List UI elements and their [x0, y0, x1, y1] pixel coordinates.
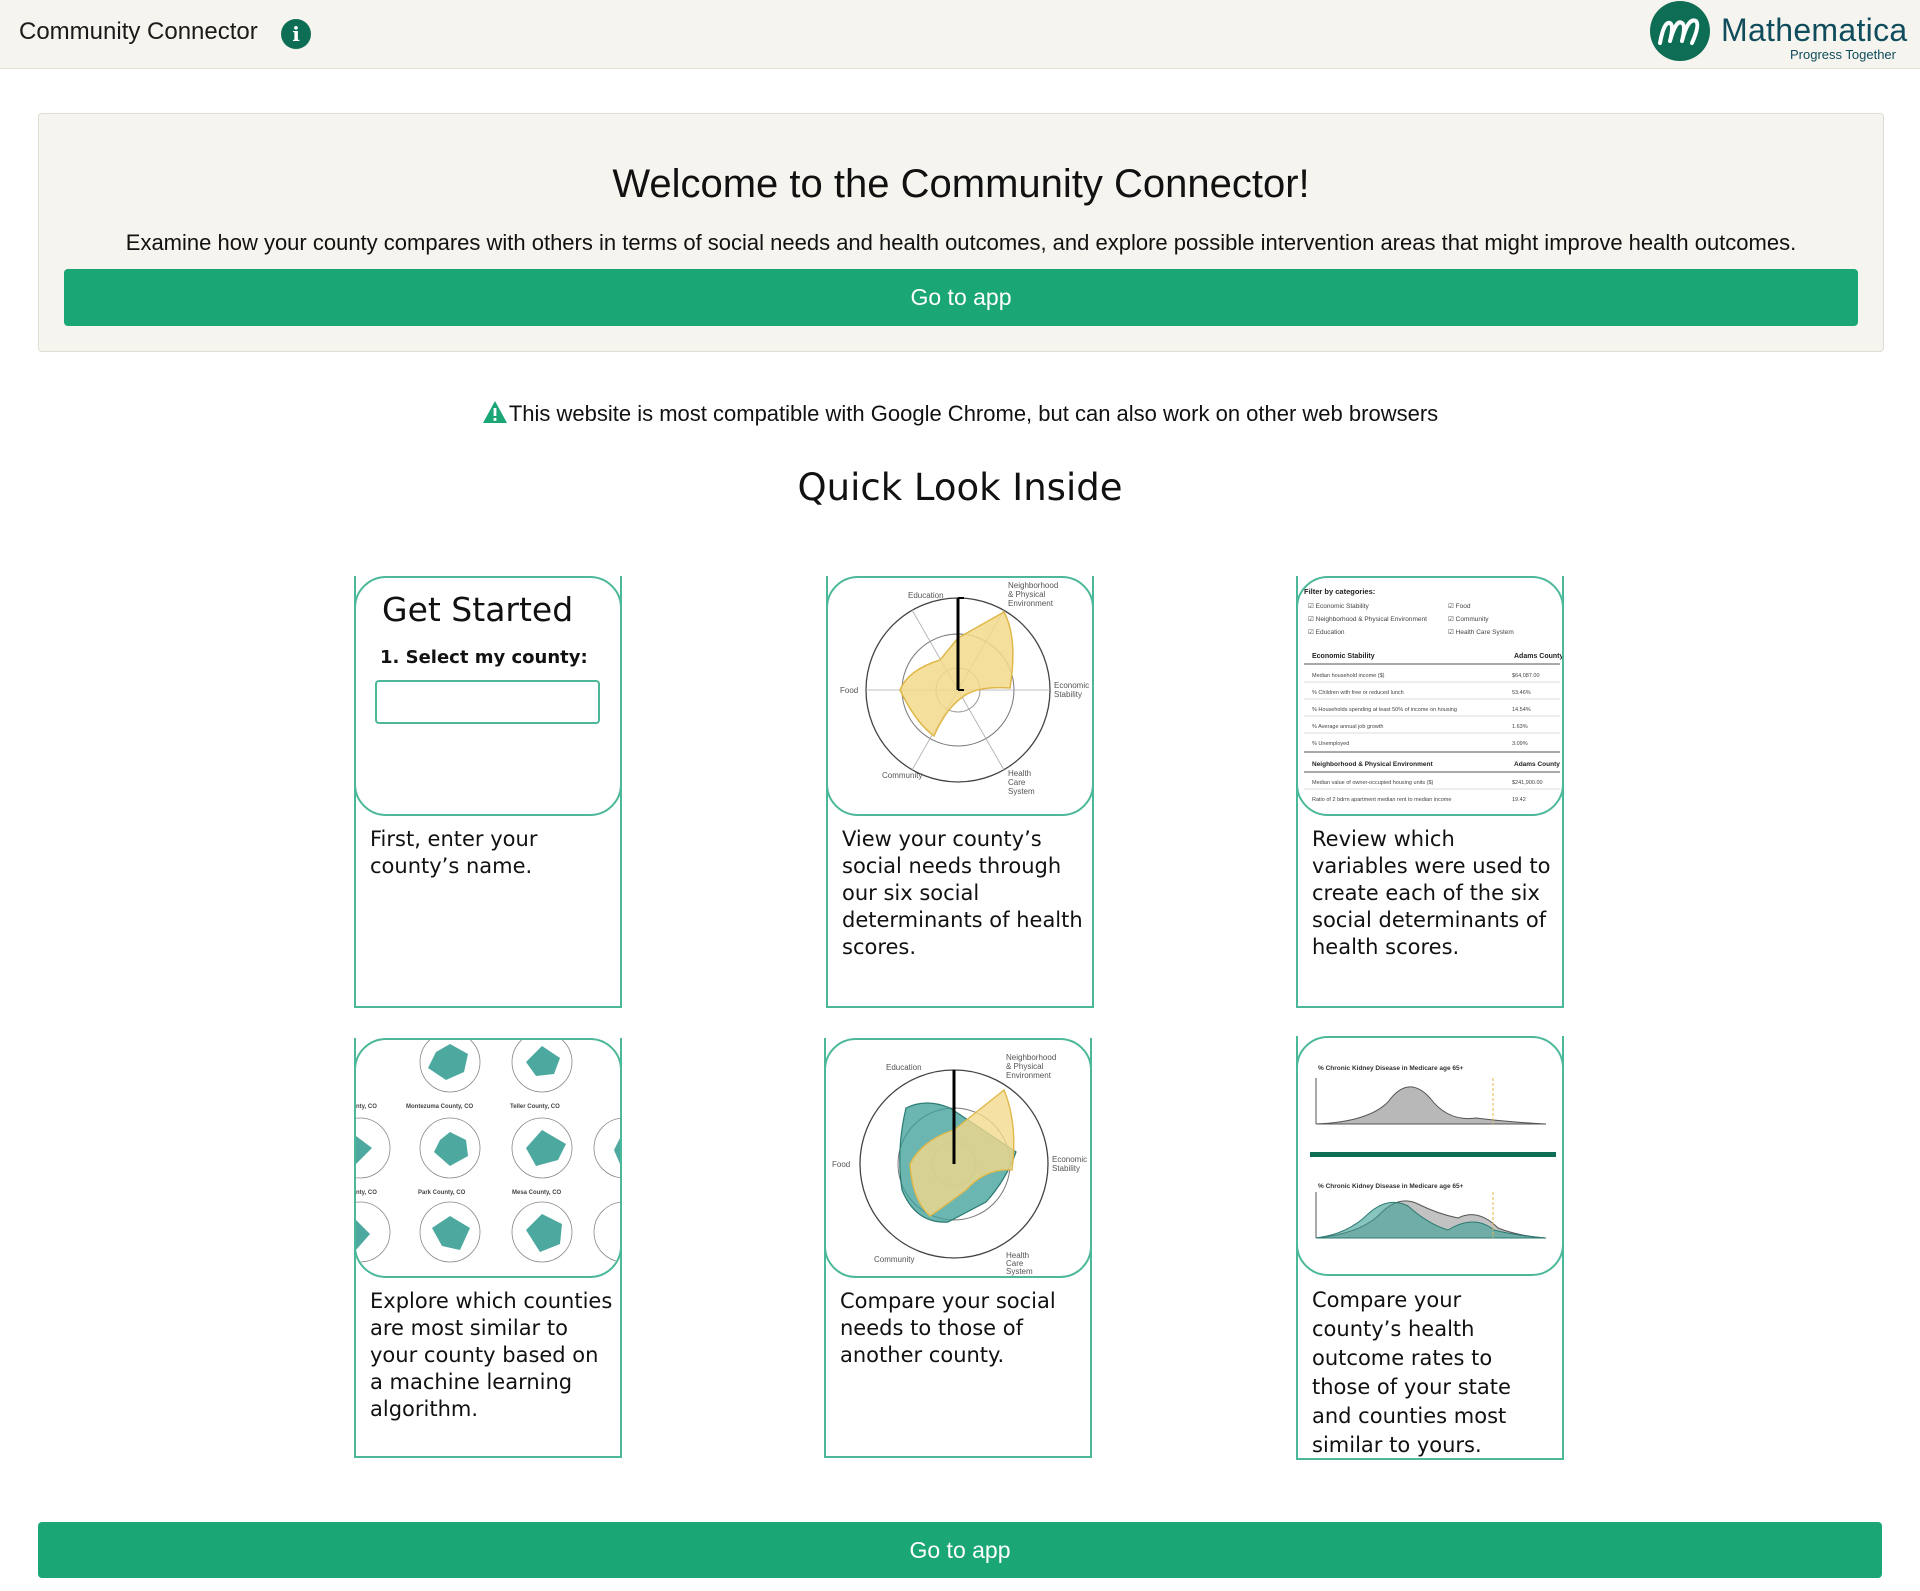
- radar-label: Care: [1008, 778, 1026, 787]
- density-plots-image: % Chronic Kidney Disease in Medicare age…: [1310, 1065, 1556, 1239]
- logo-mark-icon: [1650, 1, 1710, 61]
- svg-text:Teller County, CO: Teller County, CO: [510, 1104, 560, 1110]
- mathematica-logo[interactable]: Mathematica Progress Together: [1650, 0, 1910, 68]
- compat-text: This website is most compatible with Goo…: [508, 401, 1439, 426]
- svg-text:System: System: [1006, 1267, 1033, 1276]
- svg-text:% Children with free or reduce: % Children with free or reduced lunch: [1312, 690, 1404, 696]
- thumb-compare-radar: Education Neighborhood & Physical Enviro…: [824, 1038, 1092, 1278]
- svg-text:Mesa County, CO: Mesa County, CO: [512, 1190, 562, 1196]
- svg-text:1.63%: 1.63%: [1512, 724, 1528, 730]
- radar-label: Community: [882, 771, 922, 780]
- section-title: Quick Look Inside: [797, 466, 1123, 509]
- svg-text:Economic Stability: Economic Stability: [1312, 653, 1375, 660]
- card-view-scores: Education Neighborhood & Physical Enviro…: [826, 576, 1094, 1008]
- svg-text:nty, CO: nty, CO: [356, 1190, 377, 1196]
- svg-text:Environment: Environment: [1006, 1071, 1052, 1080]
- svg-text:nty, CO: nty, CO: [356, 1104, 377, 1110]
- radar-label: Economic: [1054, 681, 1089, 690]
- svg-text:% Chronic Kidney Disease in Me: % Chronic Kidney Disease in Medicare age…: [1318, 1183, 1464, 1190]
- card-caption: Compare your county’s health outcome rat…: [1312, 1288, 1511, 1457]
- svg-text:Neighborhood: Neighborhood: [1006, 1053, 1056, 1062]
- thumb-density-plots: % Chronic Kidney Disease in Medicare age…: [1296, 1036, 1564, 1276]
- variables-table-image: Filter by categories: ☑ Economic Stabili…: [1304, 587, 1562, 803]
- svg-text:Stability: Stability: [1052, 1164, 1080, 1173]
- radar-label: System: [1008, 787, 1035, 796]
- card-caption: View your county’s social needs through …: [842, 827, 1083, 959]
- svg-text:Community: Community: [874, 1255, 914, 1264]
- thumb-county-input: [375, 680, 600, 724]
- radar-label: Neighborhood: [1008, 581, 1058, 590]
- card-caption: Explore which counties are most similar …: [370, 1289, 613, 1421]
- radar-label: Education: [908, 591, 944, 600]
- svg-text:53.46%: 53.46%: [1512, 690, 1531, 696]
- thumb-similar-counties: Montezuma County, CO Teller County, CO P…: [354, 1038, 622, 1278]
- thumb-title: Get Started: [382, 590, 574, 629]
- compare-radar-image: Education Neighborhood & Physical Enviro…: [832, 1053, 1087, 1276]
- svg-text:Montezuma County, CO: Montezuma County, CO: [406, 1104, 474, 1110]
- svg-text:☑ Neighborhood & Physical Envi: ☑ Neighborhood & Physical Environment: [1308, 615, 1427, 623]
- svg-text:Park County, CO: Park County, CO: [418, 1190, 466, 1196]
- go-to-app-button-bottom[interactable]: Go to app: [38, 1522, 1882, 1578]
- info-icon[interactable]: i: [281, 19, 311, 49]
- radar-label: Environment: [1008, 599, 1054, 608]
- card-compare-counties: Education Neighborhood & Physical Enviro…: [824, 1038, 1092, 1458]
- radar-label: Health: [1008, 769, 1031, 778]
- svg-text:Filter by categories:: Filter by categories:: [1304, 587, 1375, 596]
- thumb-radar-chart: Education Neighborhood & Physical Enviro…: [826, 576, 1094, 816]
- welcome-panel: Welcome to the Community Connector! Exam…: [38, 113, 1884, 352]
- svg-text:$64,087.00: $64,087.00: [1512, 673, 1540, 679]
- svg-text:Economic: Economic: [1052, 1155, 1087, 1164]
- app-title: Community Connector: [19, 18, 258, 45]
- svg-text:Median household income ($): Median household income ($): [1312, 673, 1385, 679]
- svg-text:Neighborhood & Physical Enviro: Neighborhood & Physical Environment: [1312, 761, 1433, 768]
- svg-text:$241,900.00: $241,900.00: [1512, 780, 1543, 786]
- card-review-variables: Filter by categories: ☑ Economic Stabili…: [1296, 576, 1564, 1008]
- welcome-title: Welcome to the Community Connector!: [612, 162, 1310, 206]
- svg-text:☑ Community: ☑ Community: [1448, 615, 1489, 623]
- warning-triangle-icon: [482, 401, 507, 423]
- svg-text:% Unemployed: % Unemployed: [1312, 741, 1349, 747]
- svg-text:% Average annual job growth: % Average annual job growth: [1312, 724, 1383, 730]
- svg-text:14.54%: 14.54%: [1512, 707, 1531, 713]
- welcome-description: Examine how your county compares with ot…: [125, 230, 1797, 255]
- thumb-select-label: 1. Select my county:: [380, 647, 588, 668]
- card-get-started: Get Started 1. Select my county: First, …: [354, 576, 622, 1008]
- logo-tagline: Progress Together: [1790, 47, 1896, 62]
- radar-label: & Physical: [1008, 590, 1046, 599]
- logo-name: Mathematica: [1721, 12, 1908, 48]
- go-to-app-button[interactable]: Go to app: [64, 269, 1858, 326]
- thumb-get-started: Get Started 1. Select my county:: [354, 576, 622, 816]
- card-similar-counties: Montezuma County, CO Teller County, CO P…: [354, 1038, 622, 1458]
- similar-counties-image: Montezuma County, CO Teller County, CO P…: [356, 1040, 620, 1263]
- top-bar: Community Connector i Mathematica Progre…: [0, 0, 1920, 69]
- svg-text:Food: Food: [832, 1160, 850, 1169]
- svg-text:☑ Health Care System: ☑ Health Care System: [1448, 628, 1514, 636]
- svg-text:% Households spending at least: % Households spending at least 50% of in…: [1312, 707, 1457, 713]
- radar-chart-image: Education Neighborhood & Physical Enviro…: [840, 581, 1089, 796]
- radar-label: Food: [840, 686, 858, 695]
- svg-text:Adams County: Adams County: [1514, 653, 1562, 660]
- svg-text:Median value of owner-occupied: Median value of owner-occupied housing u…: [1312, 780, 1434, 786]
- svg-text:3.09%: 3.09%: [1512, 741, 1528, 747]
- svg-text:☑ Education: ☑ Education: [1308, 628, 1345, 636]
- card-caption: First, enter your county’s name.: [370, 827, 538, 878]
- svg-text:19.42: 19.42: [1512, 797, 1526, 803]
- svg-text:☑ Economic Stability: ☑ Economic Stability: [1308, 602, 1369, 610]
- card-health-outcomes: % Chronic Kidney Disease in Medicare age…: [1296, 1036, 1564, 1460]
- compat-notice: This website is most compatible with Goo…: [0, 400, 1920, 427]
- svg-text:& Physical: & Physical: [1006, 1062, 1044, 1071]
- svg-text:☑ Food: ☑ Food: [1448, 602, 1471, 610]
- card-caption: Review which variables were used to crea…: [1312, 827, 1551, 959]
- svg-text:Ratio of 2 bdrm apartment medi: Ratio of 2 bdrm apartment median rent to…: [1312, 797, 1451, 803]
- card-caption: Compare your social needs to those of an…: [840, 1289, 1056, 1367]
- thumb-variables-table: Filter by categories: ☑ Economic Stabili…: [1296, 576, 1564, 816]
- svg-text:Education: Education: [886, 1063, 922, 1072]
- svg-text:Adams County: Adams County: [1514, 761, 1560, 768]
- svg-text:% Chronic Kidney Disease in Me: % Chronic Kidney Disease in Medicare age…: [1318, 1065, 1464, 1072]
- radar-label: Stability: [1054, 690, 1082, 699]
